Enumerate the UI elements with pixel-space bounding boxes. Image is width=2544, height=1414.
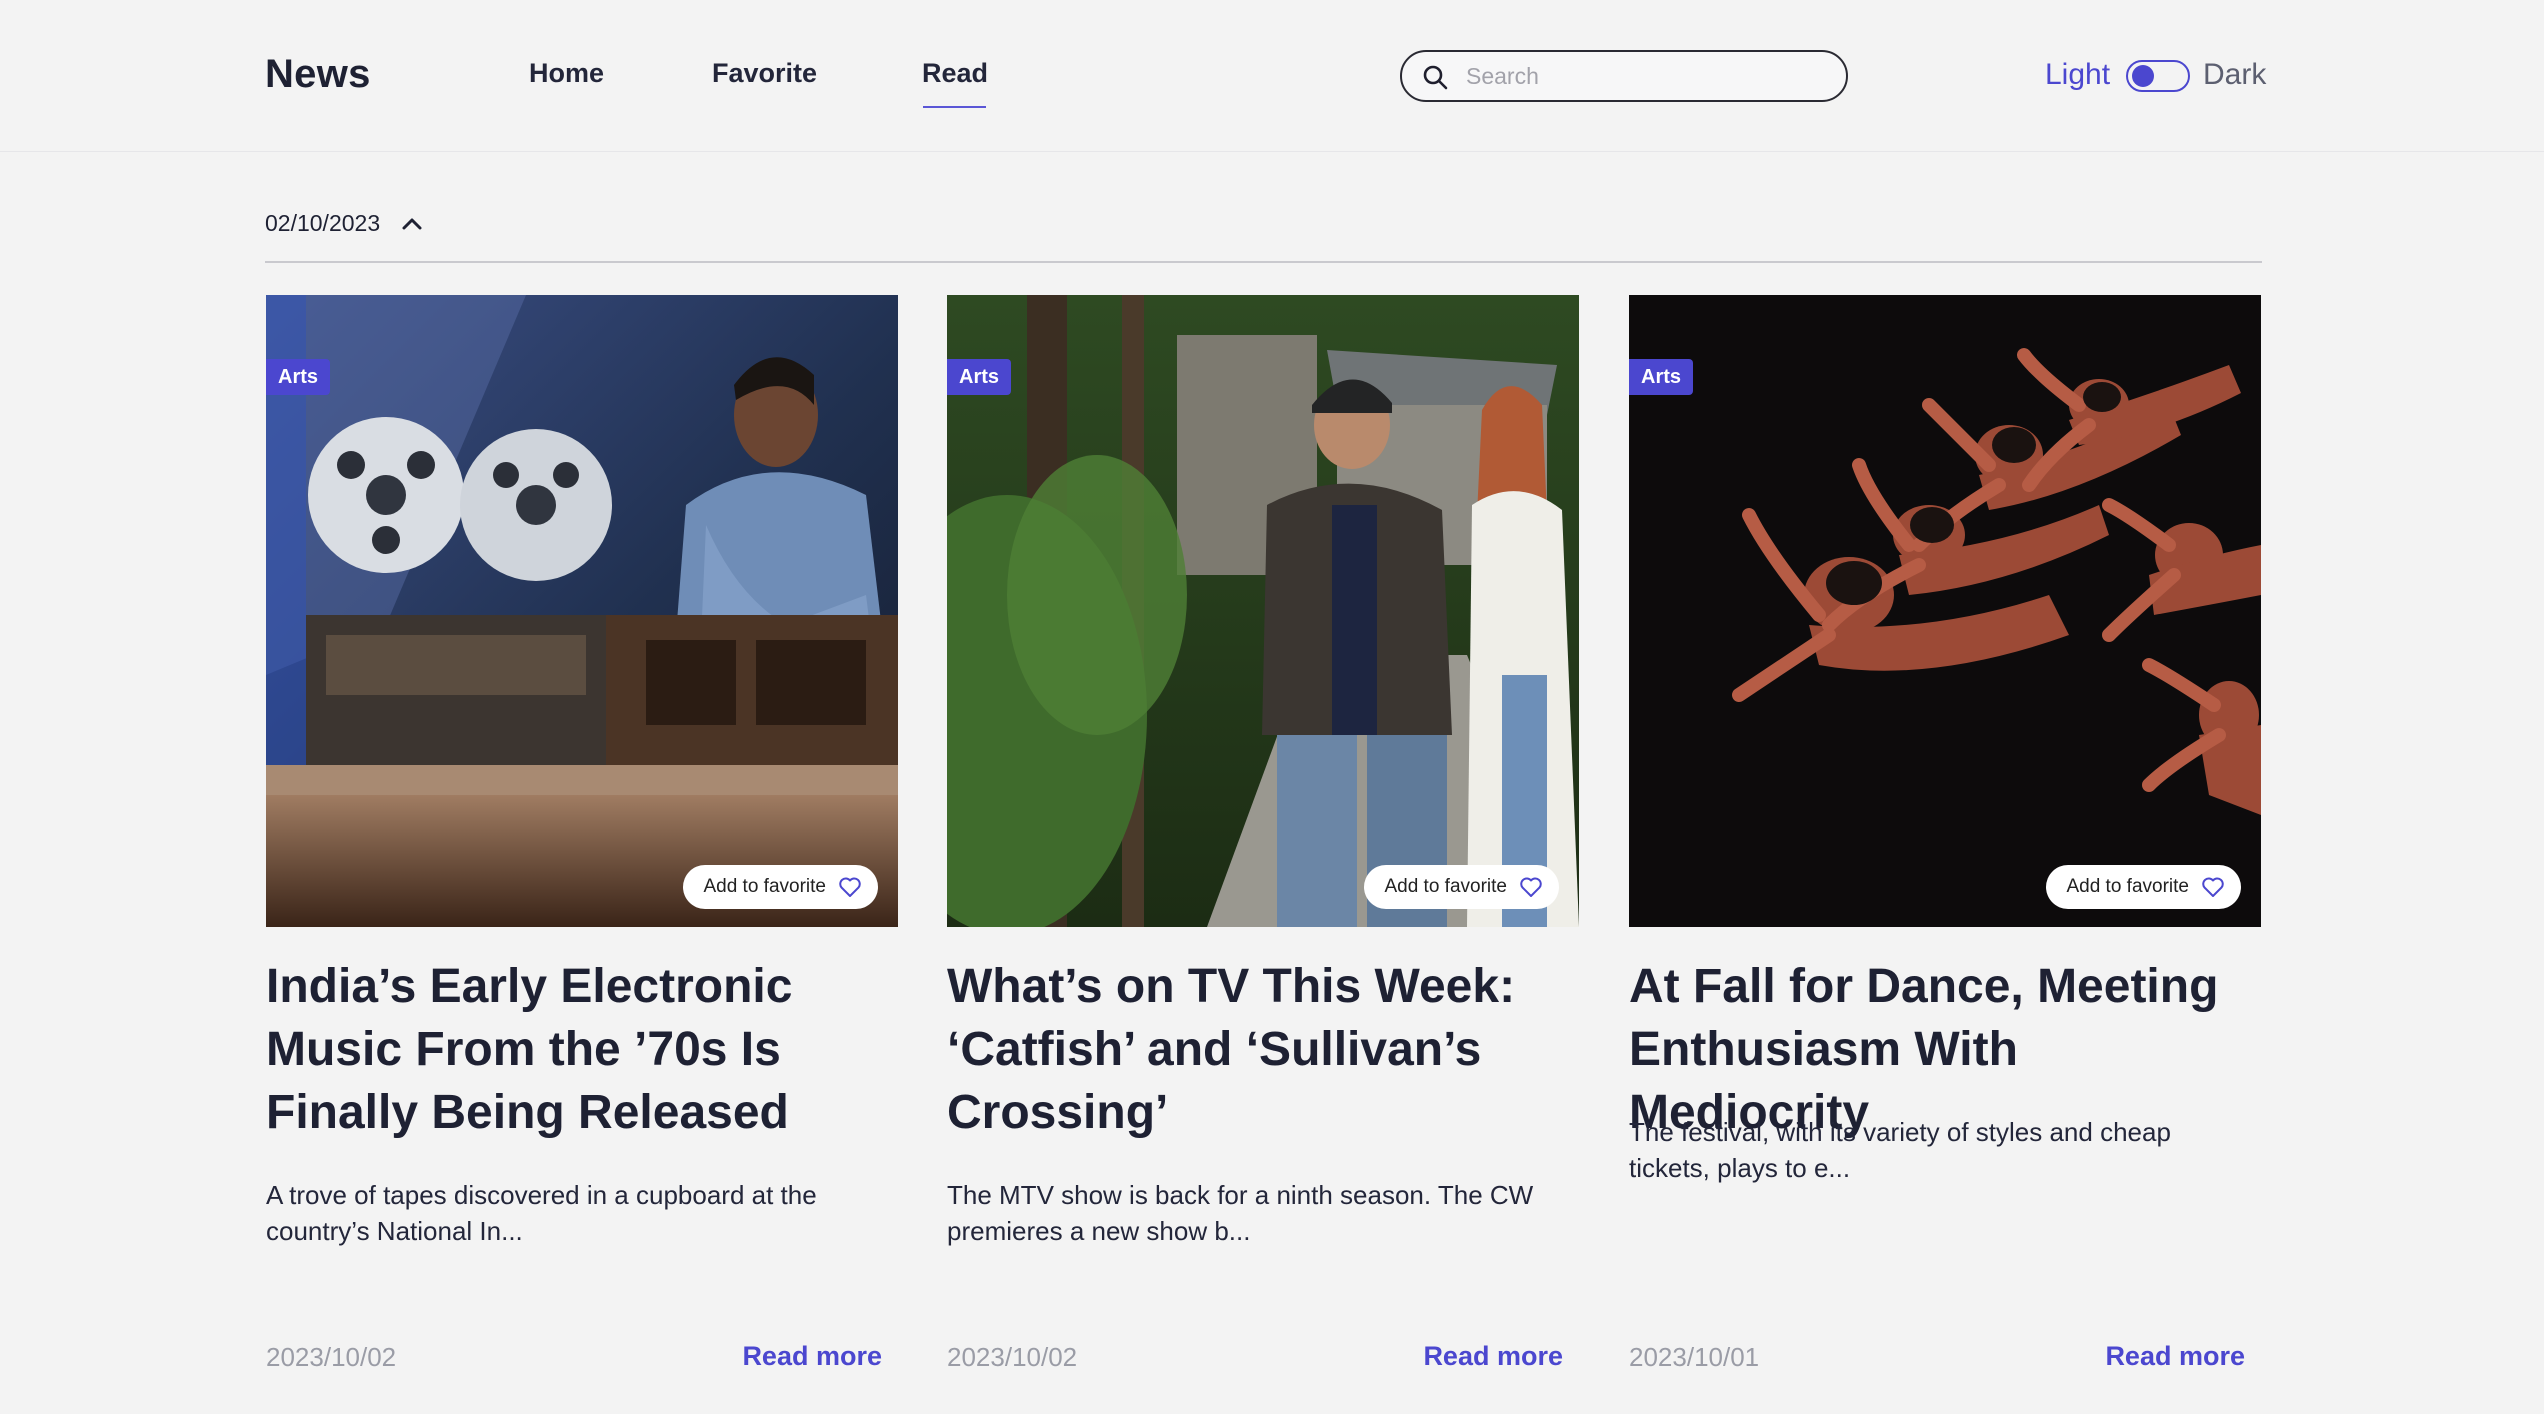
heart-icon [2202,877,2224,897]
theme-toggle-knob [2132,65,2154,87]
brand-logo[interactable]: News [265,52,371,97]
add-to-favorite-button[interactable]: Add to favorite [1364,865,1559,909]
article-card: Arts Add to favorite At Fall for Dance, … [1629,295,2261,1414]
article-description: A trove of tapes discovered in a cupboar… [266,1180,817,1246]
read-more-link[interactable]: Read more [742,1341,882,1372]
search-input[interactable] [1464,60,1824,92]
add-to-favorite-label: Add to favorite [1384,876,1507,897]
heart-icon [839,877,861,897]
forest-walk-photo [947,295,1579,927]
search-box[interactable] [1400,50,1848,102]
category-badge: Arts [1629,359,1694,395]
add-to-favorite-label: Add to favorite [2066,876,2189,897]
tape-recorder-photo [266,295,898,927]
theme-dark-label: Dark [2203,58,2267,91]
article-image[interactable]: Arts Add to favorite [1629,295,2261,927]
add-to-favorite-button[interactable]: Add to favorite [2046,865,2241,909]
category-badge: Arts [947,359,1012,395]
article-image[interactable]: Arts Add to favorite [947,295,1579,927]
article-description: The festival, with its variety of styles… [1629,1117,2171,1183]
nav-read[interactable]: Read [922,58,988,89]
article-title[interactable]: What’s on TV This Week: ‘Catfish’ and ‘S… [947,955,1587,1144]
top-header: News Home Favorite Read Light Dark [0,0,2544,152]
nav-active-indicator [923,106,986,108]
heart-icon [1520,877,1542,897]
section-divider [265,261,2262,263]
chevron-up-icon [402,218,422,230]
article-title[interactable]: India’s Early Electronic Music From the … [266,955,906,1144]
date-group-label: 02/10/2023 [265,210,381,236]
article-date: 2023/10/02 [266,1342,397,1372]
article-description: The MTV show is back for a ninth season.… [947,1180,1534,1246]
search-icon [1423,65,1448,90]
dancers-photo [1629,295,2261,927]
category-badge: Arts [266,359,331,395]
article-card: Arts Add to favorite India’s Early Elect… [266,295,898,1414]
article-image[interactable]: Arts Add to favorite [266,295,898,927]
theme-toggle[interactable] [2126,60,2190,92]
read-more-link[interactable]: Read more [1423,1341,1563,1372]
article-date: 2023/10/01 [1629,1342,1760,1372]
add-to-favorite-label: Add to favorite [703,876,826,897]
article-card: Arts Add to favorite What’s on TV This W… [947,295,1579,1414]
article-date: 2023/10/02 [947,1342,1078,1372]
nav-home[interactable]: Home [529,58,604,89]
theme-light-label: Light [2045,58,2111,91]
read-more-link[interactable]: Read more [2105,1341,2245,1372]
add-to-favorite-button[interactable]: Add to favorite [683,865,878,909]
nav-favorite[interactable]: Favorite [712,58,817,89]
